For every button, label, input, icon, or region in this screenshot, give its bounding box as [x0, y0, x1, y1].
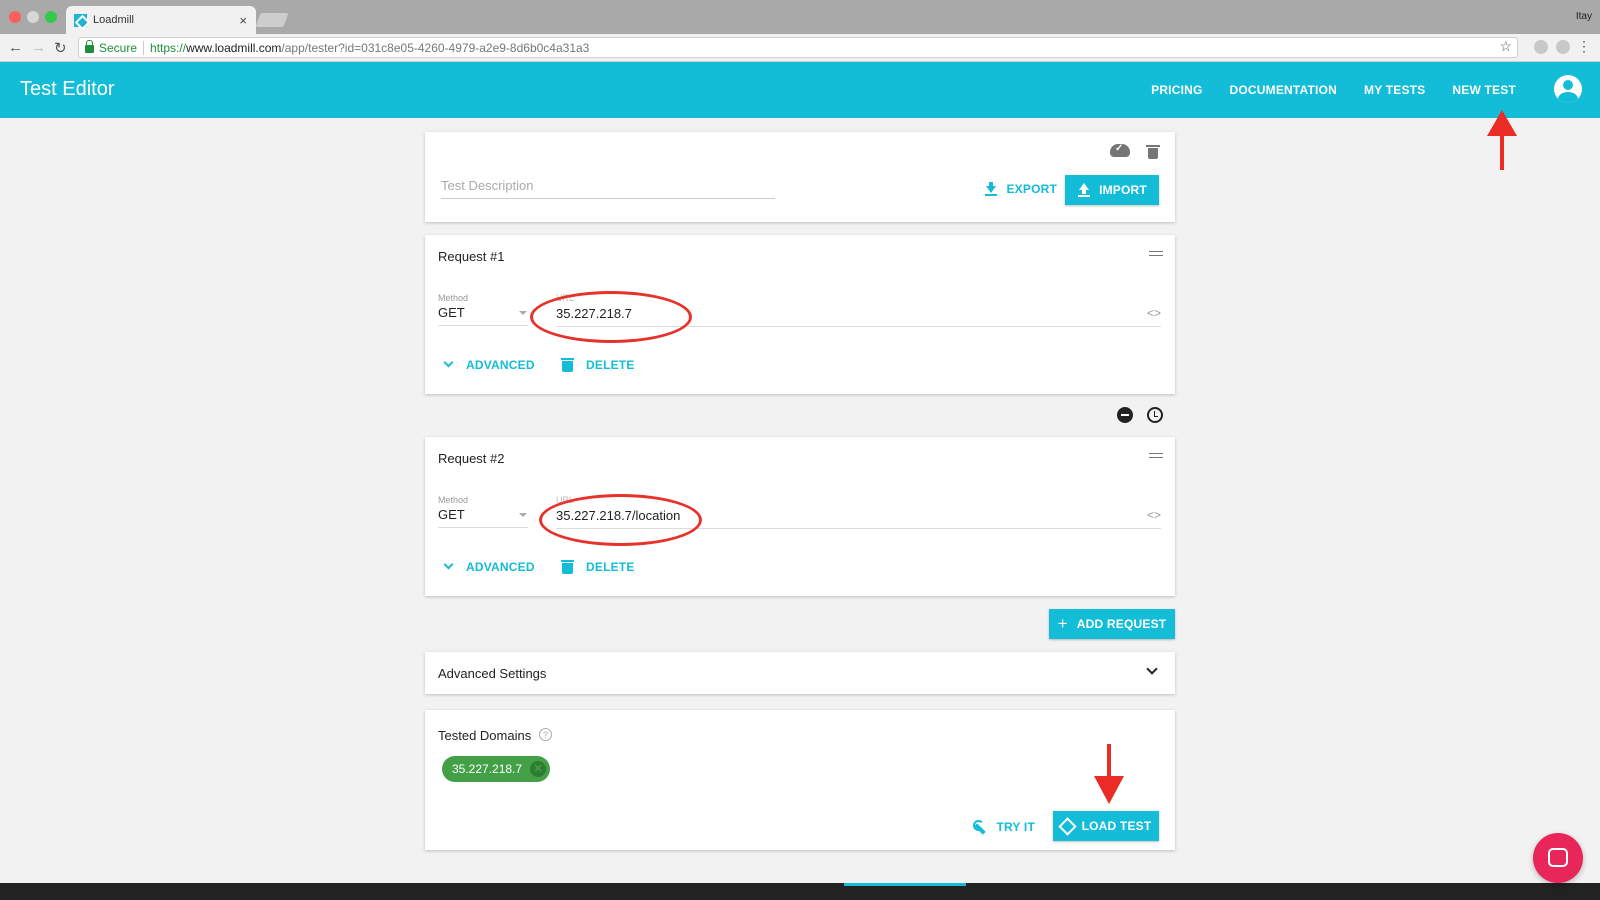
- delete-request-button[interactable]: DELETE: [561, 560, 635, 574]
- header-nav: PRICING DOCUMENTATION MY TESTS NEW TEST: [1151, 83, 1516, 97]
- chevron-down-icon: [443, 357, 454, 367]
- advanced-button[interactable]: ADVANCED: [443, 559, 535, 574]
- bookmark-star-icon[interactable]: ☆: [1499, 38, 1512, 55]
- method-label: Method: [438, 495, 469, 505]
- try-it-label: TRY IT: [996, 820, 1035, 834]
- delete-label: DELETE: [586, 358, 635, 372]
- download-icon: [984, 182, 998, 196]
- extension-icon[interactable]: [1556, 40, 1570, 54]
- delete-label: DELETE: [586, 560, 635, 574]
- advanced-settings-title: Advanced Settings: [438, 666, 547, 681]
- window-minimize-button[interactable]: [27, 11, 39, 23]
- bottom-bar: [0, 883, 1600, 900]
- app-header: Test Editor PRICING DOCUMENTATION MY TES…: [0, 62, 1600, 118]
- tested-domains-title: Tested Domains: [438, 728, 532, 743]
- code-brackets-icon[interactable]: <>: [1147, 306, 1161, 320]
- domain-chip: 35.227.218.7 ✕: [442, 756, 551, 782]
- reload-icon[interactable]: ↻: [54, 39, 67, 57]
- lock-icon: [85, 39, 94, 53]
- window-close-button[interactable]: [9, 11, 21, 23]
- add-request-button[interactable]: + ADD REQUEST: [1049, 609, 1175, 639]
- chevron-down-icon[interactable]: [1146, 663, 1158, 675]
- test-description-card: Test Description EXPORT IMPORT: [425, 132, 1175, 222]
- plus-icon: +: [1057, 614, 1068, 633]
- trash-icon[interactable]: [1146, 145, 1160, 159]
- page-title: Test Editor: [20, 78, 115, 100]
- nav-new-test[interactable]: NEW TEST: [1452, 83, 1516, 97]
- forward-arrow-icon[interactable]: →: [31, 39, 46, 56]
- export-label: EXPORT: [1006, 182, 1057, 196]
- browser-tabstrip: Loadmill × Itay: [0, 0, 1600, 34]
- nav-pricing[interactable]: PRICING: [1151, 83, 1202, 97]
- tab-title: Loadmill: [93, 14, 134, 26]
- import-button[interactable]: IMPORT: [1065, 175, 1159, 205]
- tested-domains-card: Tested Domains ? 35.227.218.7 ✕ TRY IT L…: [425, 710, 1175, 850]
- url-path: /app/tester?id=031c8e05-4260-4979-a2e9-8…: [281, 40, 590, 55]
- address-bar[interactable]: Secure https:// www.loadmill.com /app/te…: [78, 37, 1518, 58]
- drag-handle-icon[interactable]: [1149, 251, 1163, 256]
- account-icon[interactable]: [1554, 75, 1582, 103]
- alarm-clock-icon[interactable]: [1147, 407, 1163, 423]
- tab-close-icon[interactable]: ×: [239, 13, 247, 28]
- add-request-label: ADD REQUEST: [1076, 617, 1167, 631]
- chevron-down-icon: [443, 559, 454, 569]
- nav-my-tests[interactable]: MY TESTS: [1364, 83, 1425, 97]
- nav-documentation[interactable]: DOCUMENTATION: [1230, 83, 1337, 97]
- advanced-label: ADVANCED: [466, 560, 535, 574]
- import-label: IMPORT: [1099, 183, 1147, 197]
- loadmill-logo-icon: [1057, 816, 1077, 836]
- export-button[interactable]: EXPORT: [984, 182, 1057, 196]
- request-title: Request #1: [438, 249, 505, 264]
- try-it-button[interactable]: TRY IT: [973, 820, 1035, 834]
- back-arrow-icon[interactable]: ←: [8, 39, 23, 56]
- url-host: www.loadmill.com: [186, 40, 282, 55]
- upload-icon: [1077, 183, 1091, 197]
- method-select[interactable]: GET: [438, 305, 528, 326]
- loadmill-favicon-icon: [74, 13, 87, 27]
- request-card-2: Request #2 Method GET URL 35.227.218.7/l…: [425, 437, 1175, 596]
- load-test-label: LOAD TEST: [1081, 819, 1152, 833]
- annotation-circle: [539, 494, 702, 546]
- help-icon[interactable]: ?: [539, 728, 552, 741]
- browser-tab[interactable]: Loadmill ×: [66, 6, 256, 34]
- remove-delay-icon[interactable]: [1117, 407, 1133, 423]
- url-separator: [143, 40, 145, 55]
- bottom-tab-indicator: [844, 883, 966, 886]
- method-select[interactable]: GET: [438, 507, 528, 528]
- browser-menu-icon[interactable]: ⋮: [1577, 38, 1591, 55]
- chip-remove-icon[interactable]: ✕: [530, 761, 547, 777]
- request-card-1: Request #1 Method GET URL 35.227.218.7 <…: [425, 235, 1175, 394]
- delete-icon: [561, 560, 574, 574]
- drag-handle-icon[interactable]: [1149, 453, 1163, 458]
- domain-chip-label: 35.227.218.7: [452, 762, 523, 776]
- cloud-saved-icon[interactable]: [1110, 143, 1130, 157]
- secure-label: Secure: [99, 40, 138, 55]
- request-gap-controls: [1117, 407, 1163, 423]
- annotation-circle: [530, 291, 692, 343]
- new-tab-button[interactable]: [255, 13, 289, 27]
- chat-launcher-icon[interactable]: [1533, 833, 1583, 883]
- url-protocol: https://: [150, 40, 187, 55]
- test-description-input[interactable]: Test Description: [441, 178, 775, 199]
- request-title: Request #2: [438, 451, 505, 466]
- delete-request-button[interactable]: DELETE: [561, 358, 635, 372]
- caret-down-icon[interactable]: [519, 311, 527, 315]
- code-brackets-icon[interactable]: <>: [1147, 508, 1161, 522]
- caret-down-icon[interactable]: [519, 513, 527, 517]
- delete-icon: [561, 358, 574, 372]
- extension-cloud-icon[interactable]: [1534, 40, 1548, 54]
- advanced-settings-panel[interactable]: Advanced Settings: [425, 652, 1175, 694]
- window-zoom-button[interactable]: [45, 11, 57, 23]
- load-test-button[interactable]: LOAD TEST: [1053, 811, 1159, 841]
- advanced-button[interactable]: ADVANCED: [443, 357, 535, 372]
- wrench-icon: [973, 820, 987, 834]
- browser-profile-name[interactable]: Itay: [1576, 11, 1592, 22]
- advanced-label: ADVANCED: [466, 358, 535, 372]
- method-label: Method: [438, 293, 469, 303]
- browser-toolbar: ← → ↻ Secure https:// www.loadmill.com /…: [0, 34, 1600, 62]
